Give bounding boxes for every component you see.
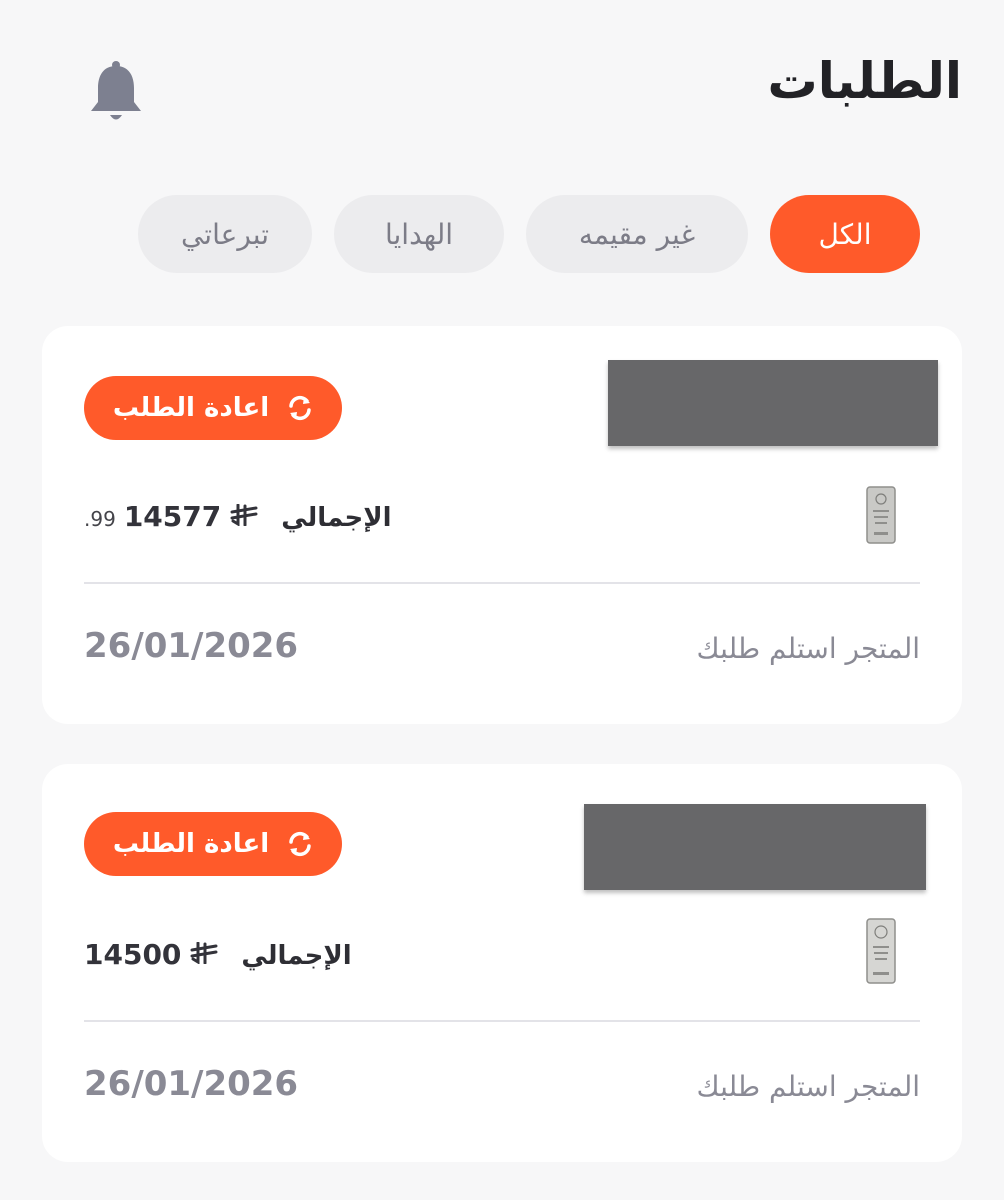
refresh-icon xyxy=(289,395,311,421)
amount-whole: 14577 xyxy=(123,500,222,533)
total-amount: 14500 xyxy=(84,938,219,971)
riyal-icon xyxy=(230,504,258,526)
product-banner-image xyxy=(608,360,938,446)
bell-icon[interactable] xyxy=(86,58,146,128)
filter-tabs: الكل غير مقيمه الهدايا تبرعاتي xyxy=(138,195,920,273)
order-status: المتجر استلم طلبك xyxy=(696,1070,920,1103)
total-label: الإجمالي xyxy=(281,503,392,533)
riyal-icon xyxy=(190,942,218,964)
tab-all[interactable]: الكل xyxy=(770,195,920,273)
product-banner-image xyxy=(584,804,926,890)
total-label: الإجمالي xyxy=(241,941,352,971)
tab-gifts[interactable]: الهدايا xyxy=(334,195,504,273)
order-total: الإجمالي 14500 xyxy=(84,938,352,971)
order-date: 26/01/2026 xyxy=(84,1064,299,1104)
order-status: المتجر استلم طلبك xyxy=(696,632,920,665)
silver-bar-thumbnail xyxy=(866,918,896,984)
total-amount: .99 14577 xyxy=(84,500,259,533)
divider xyxy=(84,582,920,584)
amount-decimal: .99 xyxy=(84,507,116,531)
refresh-icon xyxy=(289,831,311,857)
divider xyxy=(84,1020,920,1022)
reorder-button[interactable]: اعادة الطلب xyxy=(84,376,342,440)
reorder-button[interactable]: اعادة الطلب xyxy=(84,812,342,876)
order-card[interactable]: اعادة الطلب الإجمالي .99 14577 المتجر اس… xyxy=(42,326,962,724)
header: الطلبات xyxy=(0,40,1004,140)
silver-bar-thumbnail xyxy=(866,486,896,544)
order-date: 26/01/2026 xyxy=(84,626,299,666)
tab-unrated[interactable]: غير مقيمه xyxy=(526,195,748,273)
order-total: الإجمالي .99 14577 xyxy=(84,500,392,533)
page-title: الطلبات xyxy=(767,52,962,110)
amount-whole: 14500 xyxy=(84,938,182,971)
reorder-label: اعادة الطلب xyxy=(112,829,270,859)
order-card[interactable]: اعادة الطلب الإجمالي 14500 المتجر استلم … xyxy=(42,764,962,1162)
reorder-label: اعادة الطلب xyxy=(112,393,270,423)
tab-donations[interactable]: تبرعاتي xyxy=(138,195,312,273)
